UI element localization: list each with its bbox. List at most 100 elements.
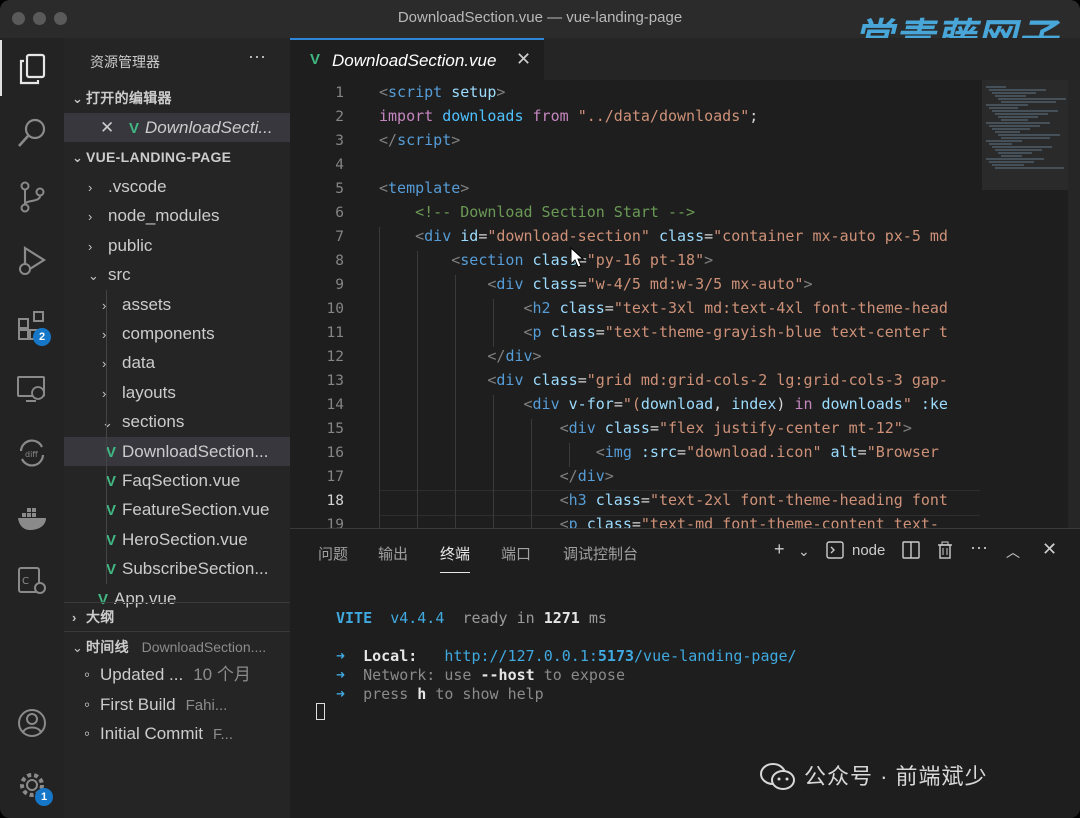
code-line: <p class="text-md font-theme-content tex… xyxy=(379,515,939,528)
folder-item[interactable]: › components xyxy=(64,319,290,348)
file-item[interactable]: V SubscribeSection... xyxy=(64,554,290,583)
chevron-right-icon: › xyxy=(88,209,93,225)
editor-tab-bar: V DownloadSection.vue ✕ xyxy=(290,38,1080,80)
docker-icon[interactable] xyxy=(0,488,64,544)
line-number: 1 xyxy=(335,85,344,101)
source-control-icon[interactable] xyxy=(0,168,64,224)
code-token: class xyxy=(550,299,605,317)
project-section[interactable]: ⌄ VUE-LANDING-PAGE xyxy=(64,143,290,172)
folder-item[interactable]: › .vscode xyxy=(64,172,290,201)
code-token: "grid md:grid-cols-2 lg:grid-cols-3 gap- xyxy=(586,371,948,389)
tree-item-label: components xyxy=(122,324,215,343)
cpp-settings-icon[interactable]: C xyxy=(0,552,64,608)
chevron-down-icon: ⌄ xyxy=(102,415,113,431)
vertical-scrollbar[interactable] xyxy=(1068,80,1080,528)
timeline-item-meta: Fahi... xyxy=(185,696,228,714)
code-token: "flex justify-center mt-12" xyxy=(658,419,903,437)
minimap-line xyxy=(989,125,1040,127)
timeline-item[interactable]: ◦ Updated ... 10 个月 xyxy=(64,660,290,689)
line-number: 10 xyxy=(326,301,344,317)
minimap-line xyxy=(986,86,1006,88)
file-item[interactable]: V FeatureSection.vue xyxy=(64,495,290,524)
tab-terminal[interactable]: 终端 xyxy=(440,543,471,573)
code-token: class xyxy=(649,227,705,245)
chevron-right-icon: › xyxy=(88,238,93,254)
account-icon[interactable] xyxy=(0,694,64,750)
code-token: > xyxy=(704,251,714,269)
minimap-line xyxy=(1001,155,1022,157)
code-line: <p class="text-theme-grayish-blue text-c… xyxy=(379,323,947,341)
terminal-shell-name[interactable]: node xyxy=(852,542,885,559)
minimap-line xyxy=(986,140,1022,142)
line-number: 18 xyxy=(326,493,344,509)
close-icon[interactable]: ✕ xyxy=(516,49,531,70)
folder-item[interactable]: ⌄ sections xyxy=(64,407,290,436)
new-terminal-icon[interactable]: + xyxy=(774,539,785,560)
folder-item[interactable]: › layouts xyxy=(64,378,290,407)
tab-debug-console[interactable]: 调试控制台 xyxy=(563,543,638,564)
title-bar: DownloadSection.vue — vue-landing-page 常… xyxy=(0,0,1080,62)
vue-file-icon: V xyxy=(106,473,117,490)
code-token: < xyxy=(379,275,497,293)
code-token: > xyxy=(803,275,813,293)
minimap-line xyxy=(1001,101,1056,103)
folder-item[interactable]: ⌄ src xyxy=(64,260,290,289)
folder-item[interactable]: › public xyxy=(64,231,290,260)
file-item[interactable]: V DownloadSection... xyxy=(64,436,290,466)
more-icon[interactable]: ··· xyxy=(970,537,988,558)
code-token: downloads xyxy=(442,107,524,125)
close-icon[interactable]: ✕ xyxy=(100,118,114,137)
timeline-item[interactable]: ◦ First Build Fahi... xyxy=(64,690,290,719)
search-icon[interactable] xyxy=(0,104,64,160)
code-line: <!-- Download Section Start --> xyxy=(379,203,695,221)
trash-icon[interactable] xyxy=(936,541,954,564)
run-debug-icon[interactable] xyxy=(0,232,64,288)
open-editors-section[interactable]: ⌄ 打开的编辑器 xyxy=(64,84,290,113)
more-actions-button[interactable]: ··· xyxy=(248,46,266,67)
outline-section[interactable]: › 大纲 xyxy=(64,602,290,632)
code-token: , xyxy=(713,395,732,413)
tab-output[interactable]: 输出 xyxy=(378,543,408,564)
code-token: v-for xyxy=(559,395,614,413)
git-diff-icon[interactable]: diff xyxy=(0,424,64,480)
close-panel-icon[interactable]: ✕ xyxy=(1042,539,1057,560)
chevron-down-icon[interactable]: ⌄ xyxy=(798,543,810,560)
folder-item[interactable]: › data xyxy=(64,348,290,377)
minimap-line xyxy=(995,131,1020,133)
code-token: class xyxy=(523,371,578,389)
minimap-line xyxy=(989,107,1018,109)
tree-item-label: HeroSection.vue xyxy=(122,529,248,549)
settings-gear-icon[interactable]: 1 xyxy=(0,756,64,812)
tab-ports[interactable]: 端口 xyxy=(501,543,531,564)
code-token: template xyxy=(388,179,461,197)
code-token: script xyxy=(388,83,443,101)
code-line: </script> xyxy=(379,131,460,149)
tab-download-section[interactable]: V DownloadSection.vue ✕ xyxy=(290,38,544,80)
maximize-panel-icon[interactable]: ︿ xyxy=(1006,542,1020,562)
code-token: index xyxy=(731,395,777,413)
tab-problems[interactable]: 问题 xyxy=(318,543,348,564)
code-token: = xyxy=(604,299,614,317)
line-number: 9 xyxy=(335,277,344,293)
open-editor-item[interactable]: ✕ V DownloadSecti... xyxy=(64,113,290,142)
file-item[interactable]: V FaqSection.vue xyxy=(64,466,290,495)
code-line: <h2 class="text-3xl md:text-4xl font-the… xyxy=(379,299,947,317)
explorer-icon[interactable] xyxy=(0,40,66,96)
folder-item[interactable]: › assets xyxy=(64,290,290,319)
folder-item[interactable]: › node_modules xyxy=(64,201,290,230)
code-token: h2 xyxy=(532,299,551,317)
timeline-header: 时间线 xyxy=(86,639,129,655)
vue-file-icon: V xyxy=(310,51,321,68)
timeline-item[interactable]: ◦ Initial Commit F... xyxy=(64,719,290,748)
split-terminal-icon[interactable] xyxy=(902,541,920,564)
code-token: div xyxy=(505,347,533,365)
code-editor[interactable]: 1 <script setup> 2 import downloads from ".… xyxy=(290,80,1080,528)
file-item[interactable]: V HeroSection.vue xyxy=(64,525,290,554)
minimap[interactable] xyxy=(982,80,1068,528)
remote-explorer-icon[interactable] xyxy=(0,360,64,416)
code-token: "( xyxy=(622,395,641,413)
code-token: div xyxy=(496,275,524,293)
chevron-down-icon: ⌄ xyxy=(88,268,99,284)
extensions-icon[interactable]: 2 xyxy=(0,296,64,352)
timeline-section[interactable]: ⌄ 时间线 DownloadSection.... xyxy=(64,631,290,661)
